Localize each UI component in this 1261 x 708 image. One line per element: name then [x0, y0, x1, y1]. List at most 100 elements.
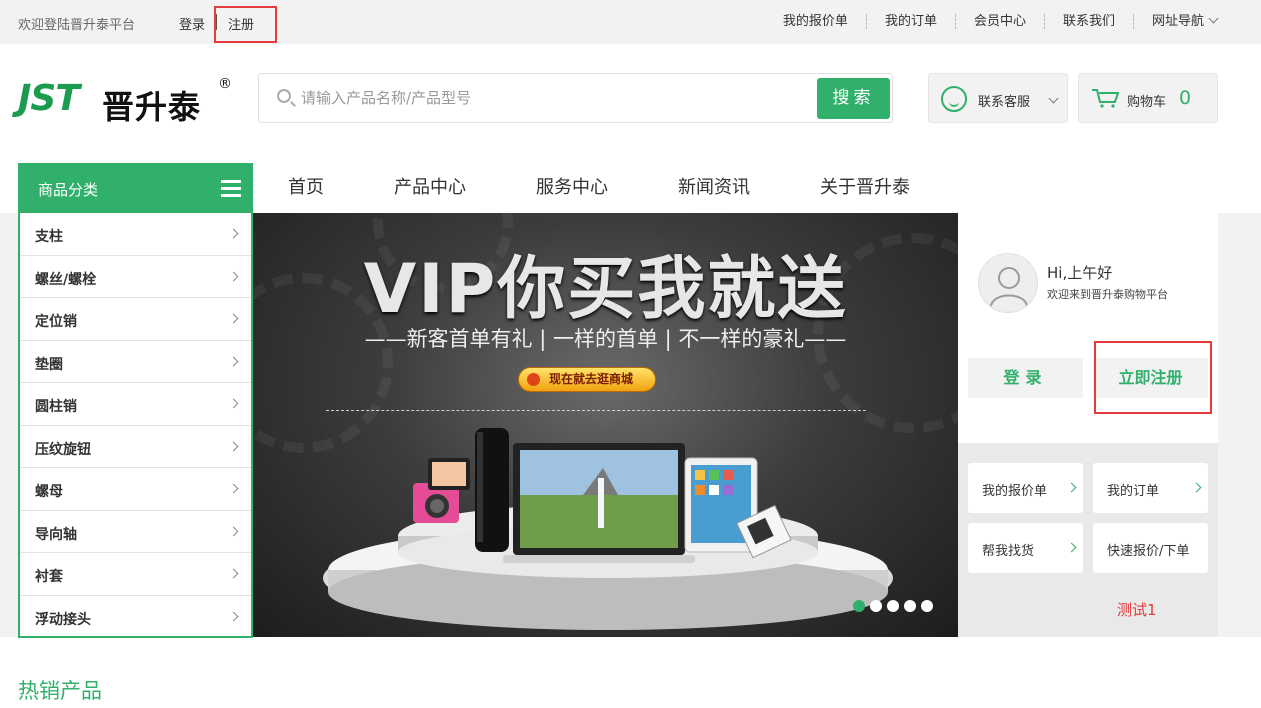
category-label: 衬套 — [35, 569, 63, 585]
top-link-quotes[interactable]: 我的报价单 — [765, 14, 867, 29]
top-link-contact[interactable]: 联系我们 — [1045, 14, 1134, 29]
user-icon — [990, 267, 1028, 307]
quick-link-label: 我的订单 — [1107, 484, 1160, 499]
category-item[interactable]: 圆柱销 — [20, 383, 251, 426]
logo-latin: JST — [18, 78, 80, 119]
carousel-dot-active[interactable] — [853, 600, 865, 612]
category-sidebar: 支柱 螺丝/螺栓 定位销 垫圈 圆柱销 压纹旋钮 螺母 导向轴 衬套 浮动接头 — [18, 213, 253, 638]
nav-service[interactable]: 服务中心 — [501, 163, 643, 213]
category-header[interactable]: 商品分类 — [18, 163, 253, 214]
login-button[interactable]: 登录 — [968, 358, 1083, 398]
cart-label: 购物车 — [1127, 95, 1167, 110]
chevron-right-icon — [228, 228, 239, 239]
quick-link-label: 快速报价/下单 — [1107, 544, 1190, 559]
chevron-right-icon — [228, 356, 239, 366]
category-item[interactable]: 螺母 — [20, 468, 251, 511]
top-link-member[interactable]: 会员中心 — [956, 14, 1045, 29]
carousel-dot[interactable] — [887, 600, 899, 612]
category-item[interactable]: 定位销 — [20, 298, 251, 341]
promo-banner[interactable]: VIP你买我就送 ——新客首单有礼 | 一样的首单 | 不一样的豪礼—— 现在就… — [253, 213, 958, 637]
quick-link-quotes[interactable]: 我的报价单 — [968, 463, 1083, 513]
category-label: 螺母 — [35, 484, 63, 500]
category-item[interactable]: 浮动接头 — [20, 596, 251, 639]
welcome-message: 欢迎来到晋升泰购物平台 — [1047, 288, 1168, 301]
chevron-right-icon — [228, 313, 239, 324]
category-item[interactable]: 导向轴 — [20, 511, 251, 553]
category-label: 垫圈 — [35, 356, 63, 373]
chevron-down-icon — [1208, 13, 1219, 24]
banner-subline: ——新客首单有礼 | 一样的首单 | 不一样的豪礼—— — [364, 327, 847, 351]
top-link-sitemap[interactable]: 网址导航 — [1134, 13, 1219, 29]
chevron-down-icon — [1048, 93, 1059, 104]
search-bar: 搜索 — [258, 73, 893, 123]
category-label: 导向轴 — [35, 526, 77, 543]
quick-links: 我的报价单 我的订单 帮我找货 快速报价/下单 测试1 — [958, 443, 1218, 637]
quick-link-label: 我的报价单 — [982, 484, 1048, 499]
quick-link-orders[interactable]: 我的订单 — [1093, 463, 1208, 513]
chevron-right-icon — [228, 611, 239, 621]
logo[interactable]: JST 晋升泰 ® — [18, 76, 233, 126]
sitemap-label: 网址导航 — [1151, 14, 1204, 29]
chevron-right-icon — [228, 568, 239, 579]
menu-icon — [221, 180, 241, 197]
category-item[interactable]: 衬套 — [20, 553, 251, 596]
welcome-text: 欢迎登陆晋升泰平台 — [18, 18, 136, 33]
service-label: 联系客服 — [978, 95, 1031, 110]
headset-icon — [941, 86, 967, 112]
user-panel: Hi,上午好 欢迎来到晋升泰购物平台 登录 立即注册 — [958, 213, 1218, 443]
top-bar: 欢迎登陆晋升泰平台 登录 注册 我的报价单 我的订单 会员中心 联系我们 网址导… — [0, 0, 1261, 44]
top-link-orders[interactable]: 我的订单 — [867, 14, 956, 29]
banner-cta-button[interactable]: 现在就去逛商城 — [518, 367, 656, 392]
search-input[interactable] — [301, 86, 801, 110]
section-title-hot-products: 热销产品 — [18, 679, 102, 703]
category-item[interactable]: 垫圈 — [20, 341, 251, 383]
carousel-dots — [853, 600, 938, 612]
quick-link-label: 帮我找货 — [982, 544, 1035, 559]
carousel-dot[interactable] — [904, 600, 916, 612]
quick-link-quick-order[interactable]: 快速报价/下单 — [1093, 523, 1208, 573]
category-title: 商品分类 — [38, 181, 99, 199]
carousel-dot[interactable] — [921, 600, 933, 612]
quick-link-find-goods[interactable]: 帮我找货 — [968, 523, 1083, 573]
logo-chinese: 晋升泰 — [102, 88, 202, 126]
cart-icon — [1092, 89, 1119, 108]
chevron-right-icon — [1066, 482, 1077, 493]
search-icon — [277, 89, 291, 103]
chevron-right-icon — [228, 271, 239, 281]
chevron-right-icon — [1191, 482, 1202, 493]
avatar — [978, 253, 1038, 313]
chevron-right-icon — [228, 526, 239, 536]
category-label: 压纹旋钮 — [35, 441, 91, 458]
category-label: 螺丝/螺栓 — [35, 271, 97, 288]
nav-about[interactable]: 关于晋升泰 — [785, 163, 945, 213]
top-links: 我的报价单 我的订单 会员中心 联系我们 网址导航 — [765, 13, 1219, 29]
banner-headline: VIP你买我就送 — [363, 250, 848, 329]
registered-mark: ® — [218, 76, 232, 92]
category-label: 支柱 — [35, 229, 63, 245]
divider — [326, 410, 866, 411]
top-login-link[interactable]: 登录 — [179, 14, 205, 33]
chevron-right-icon — [228, 483, 239, 494]
category-label: 定位销 — [35, 314, 77, 330]
category-label: 圆柱销 — [35, 399, 77, 415]
test-label[interactable]: 测试1 — [1117, 599, 1157, 620]
chevron-right-icon — [228, 441, 239, 451]
category-label: 浮动接头 — [35, 611, 91, 628]
customer-service-button[interactable]: 联系客服 — [928, 73, 1068, 123]
register-highlight-box — [1094, 341, 1212, 414]
category-item[interactable]: 螺丝/螺栓 — [20, 256, 251, 298]
nav-home[interactable]: 首页 — [253, 163, 359, 213]
cart-button[interactable]: 购物车 0 — [1078, 73, 1218, 123]
nav-news[interactable]: 新闻资讯 — [643, 163, 785, 213]
carousel-dot[interactable] — [870, 600, 882, 612]
cart-count: 0 — [1179, 87, 1192, 109]
chevron-right-icon — [1066, 542, 1077, 553]
nav-products[interactable]: 产品中心 — [359, 163, 501, 213]
register-highlight-box — [214, 6, 277, 43]
category-item[interactable]: 支柱 — [20, 213, 251, 256]
products-illustration — [323, 428, 893, 630]
greeting: Hi,上午好 — [1047, 264, 1113, 282]
category-item[interactable]: 压纹旋钮 — [20, 426, 251, 468]
chevron-right-icon — [228, 398, 239, 409]
search-button[interactable]: 搜索 — [817, 78, 890, 119]
